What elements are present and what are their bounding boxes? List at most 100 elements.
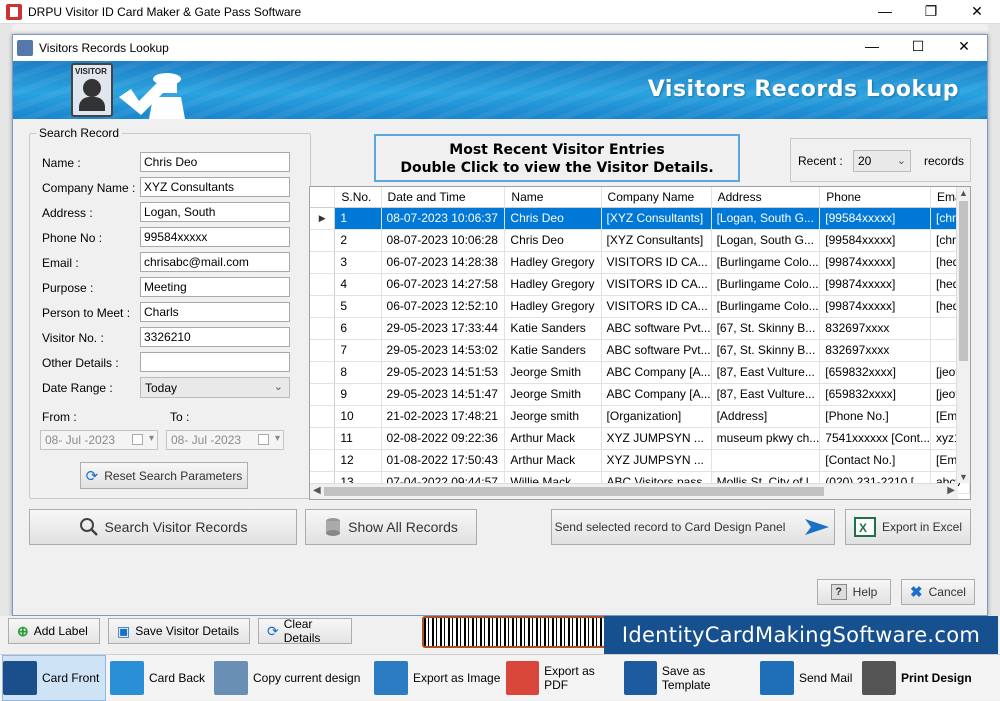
table-cell[interactable]: 4 (334, 273, 382, 296)
show-all-records-button[interactable]: Show All Records (305, 509, 477, 545)
table-cell[interactable]: [67, St. Skinny B... (711, 317, 821, 340)
dialog-close-icon[interactable]: ✕ (941, 35, 987, 61)
table-cell[interactable]: 5 (334, 295, 382, 318)
table-cell[interactable]: Chris Deo (504, 229, 602, 252)
row-header[interactable] (310, 251, 336, 274)
table-cell[interactable]: 02-08-2022 09:22:36 (381, 427, 506, 450)
export-pdf-button[interactable]: Export as PDF (506, 655, 620, 701)
table-cell[interactable]: 12 (334, 449, 382, 472)
table-cell[interactable]: 01-08-2022 17:50:43 (381, 449, 506, 472)
column-header[interactable]: S.No. (334, 187, 382, 208)
table-cell[interactable] (711, 449, 821, 472)
table-cell[interactable]: [99874xxxxx] (819, 251, 931, 274)
table-row[interactable]: 6 29-05-2023 17:33:44 Katie Sanders ABC sof… (310, 317, 970, 340)
table-cell[interactable]: 08-07-2023 10:06:28 (381, 229, 506, 252)
table-cell[interactable]: 29-05-2023 17:33:44 (381, 317, 506, 340)
column-header[interactable]: Phone (819, 187, 931, 208)
visitor-records-grid[interactable]: S.No. Date and Time Name Company Name Ad… (309, 186, 971, 500)
table-cell[interactable]: museum pkwy ch... (711, 427, 821, 450)
table-cell[interactable]: ABC Company [A... (601, 361, 712, 384)
table-cell[interactable]: 7 (334, 339, 382, 362)
table-cell[interactable]: ABC Company [A... (601, 383, 712, 406)
card-front-button[interactable]: Card Front (2, 655, 106, 701)
date-range-select[interactable]: Today ⌄ (140, 377, 290, 398)
table-cell[interactable]: [XYZ Consultants] (601, 207, 712, 230)
table-cell[interactable]: ABC software Pvt... (601, 317, 712, 340)
table-cell[interactable]: [Logan, South G... (711, 229, 821, 252)
table-cell[interactable]: 06-07-2023 12:52:10 (381, 295, 506, 318)
row-header[interactable] (310, 295, 336, 318)
table-cell[interactable]: 21-02-2023 17:48:21 (381, 405, 506, 428)
help-button[interactable]: ? Help (817, 579, 891, 605)
table-row[interactable]: 7 29-05-2023 14:53:02 Katie Sanders ABC sof… (310, 339, 970, 362)
dialog-maximize-icon[interactable]: ☐ (895, 35, 941, 61)
table-cell[interactable]: Jeorge Smith (504, 361, 602, 384)
close-icon[interactable]: ✕ (954, 0, 1000, 23)
row-header[interactable] (310, 427, 336, 450)
table-row[interactable]: 10 21-02-2023 17:48:21 Jeorge smith [Organi… (310, 405, 970, 428)
table-cell[interactable]: Arthur Mack (504, 427, 602, 450)
row-header[interactable] (310, 273, 336, 296)
table-cell[interactable]: 9 (334, 383, 382, 406)
table-cell[interactable]: [Contact No.] (819, 449, 931, 472)
reset-search-button[interactable]: ⟳ Reset Search Parameters (80, 462, 248, 489)
add-label-button[interactable]: ⊕ Add Label (8, 618, 100, 644)
column-header[interactable]: Name (504, 187, 602, 208)
purpose-input[interactable]: Meeting (140, 277, 290, 297)
person-to-meet-input[interactable]: Charls (140, 302, 290, 322)
row-header[interactable] (310, 449, 336, 472)
send-to-card-design-button[interactable]: Send selected record to Card Design Pane… (551, 509, 835, 545)
table-cell[interactable]: Hadley Gregory (504, 251, 602, 274)
save-visitor-details-button[interactable]: ▣ Save Visitor Details (108, 618, 250, 644)
address-input[interactable]: Logan, South (140, 202, 290, 222)
table-cell[interactable]: ABC software Pvt... (601, 339, 712, 362)
column-header[interactable]: Address (711, 187, 821, 208)
dialog-minimize-icon[interactable]: — (849, 35, 895, 61)
scroll-down-icon[interactable]: ▼ (959, 472, 968, 482)
vertical-scrollbar[interactable]: ▲ ▼ (956, 187, 970, 483)
card-back-button[interactable]: Card Back (110, 655, 210, 701)
table-cell[interactable]: Jeorge smith (504, 405, 602, 428)
row-header[interactable] (310, 405, 336, 428)
scroll-thumb[interactable] (959, 201, 968, 361)
table-cell[interactable]: 11 (334, 427, 382, 450)
row-header[interactable] (310, 339, 336, 362)
table-row[interactable]: 11 02-08-2022 09:22:36 Arthur Mack XYZ JUMP… (310, 427, 970, 450)
table-cell[interactable]: XYZ JUMPSYN ... (601, 449, 712, 472)
search-visitor-records-button[interactable]: Search Visitor Records (29, 509, 297, 545)
table-cell[interactable]: [Burlingame Colo... (711, 295, 821, 318)
table-row[interactable]: ▶ 1 08-07-2023 10:06:37 Chris Deo [XYZ Consu… (310, 207, 970, 230)
table-cell[interactable]: [99584xxxxx] (819, 207, 931, 230)
table-cell[interactable]: 3 (334, 251, 382, 274)
table-row[interactable]: 12 01-08-2022 17:50:43 Arthur Mack XYZ JUMP… (310, 449, 970, 472)
table-cell[interactable]: 832697xxxx (819, 339, 931, 362)
other-details-input[interactable] (140, 352, 290, 372)
company-input[interactable]: XYZ Consultants (140, 177, 290, 197)
table-cell[interactable]: 6 (334, 317, 382, 340)
table-cell[interactable]: [87, East Vulture... (711, 361, 821, 384)
table-cell[interactable]: Chris Deo (504, 207, 602, 230)
table-row[interactable]: 4 06-07-2023 14:27:58 Hadley Gregory VISITO… (310, 273, 970, 296)
table-cell[interactable]: XYZ JUMPSYN ... (601, 427, 712, 450)
table-row[interactable]: 2 08-07-2023 10:06:28 Chris Deo [XYZ Consul… (310, 229, 970, 252)
from-date-picker[interactable]: 08- Jul -2023 ▾ (40, 430, 158, 450)
row-header[interactable] (310, 361, 336, 384)
row-header[interactable]: ▶ (310, 207, 336, 230)
table-row[interactable]: 9 29-05-2023 14:51:47 Jeorge Smith ABC Comp… (310, 383, 970, 406)
send-mail-button[interactable]: Send Mail (760, 655, 856, 701)
table-cell[interactable]: 2 (334, 229, 382, 252)
table-cell[interactable]: [Burlingame Colo... (711, 251, 821, 274)
table-cell[interactable]: 10 (334, 405, 382, 428)
print-design-button[interactable]: Print Design (862, 655, 980, 701)
minimize-icon[interactable]: — (862, 0, 908, 23)
table-cell[interactable]: [99874xxxxx] (819, 295, 931, 318)
table-cell[interactable]: 29-05-2023 14:51:53 (381, 361, 506, 384)
table-cell[interactable]: Katie Sanders (504, 317, 602, 340)
to-date-picker[interactable]: 08- Jul -2023 ▾ (166, 430, 284, 450)
table-cell[interactable]: 7541xxxxxx [Cont... (819, 427, 931, 450)
table-cell[interactable]: [Logan, South G... (711, 207, 821, 230)
table-cell[interactable]: VISITORS ID CA... (601, 295, 712, 318)
table-cell[interactable]: Hadley Gregory (504, 295, 602, 318)
table-cell[interactable]: 06-07-2023 14:27:58 (381, 273, 506, 296)
table-cell[interactable]: [Organization] (601, 405, 712, 428)
